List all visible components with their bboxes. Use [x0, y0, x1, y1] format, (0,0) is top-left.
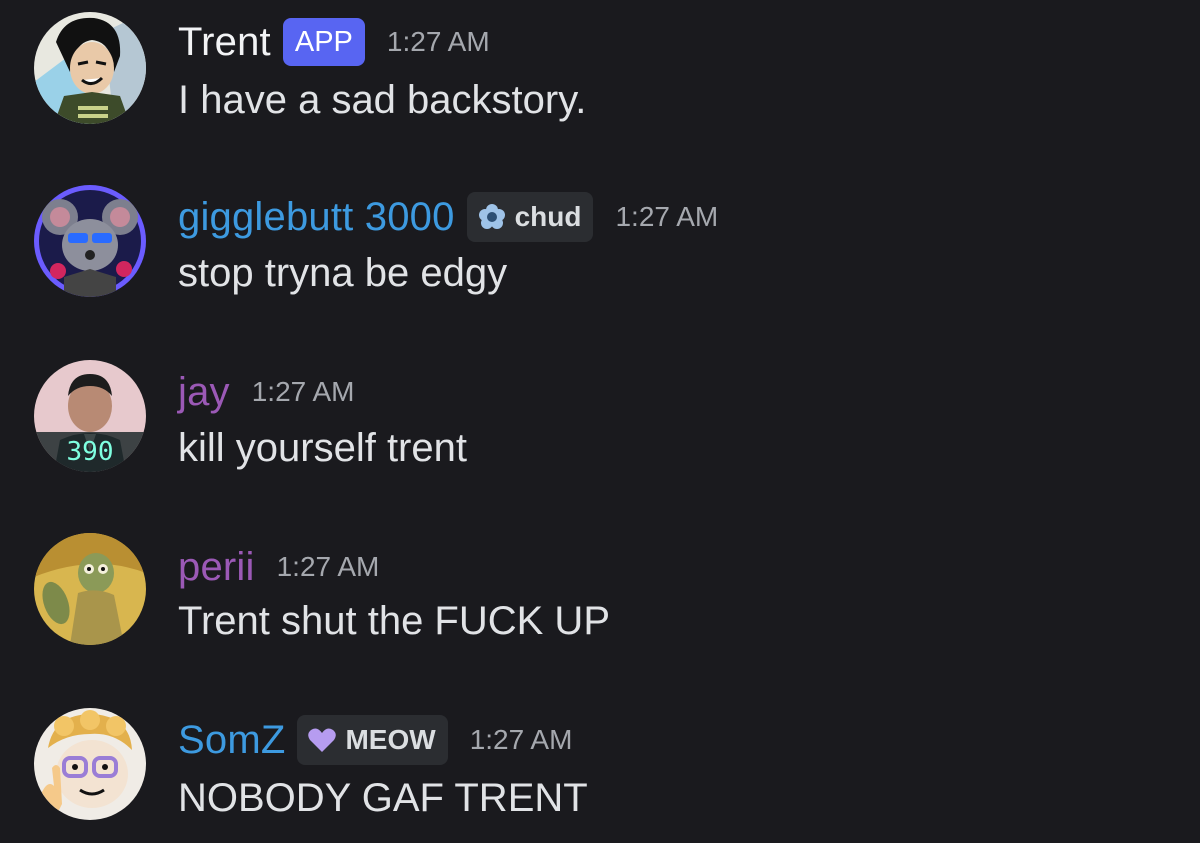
username[interactable]: SomZ [178, 718, 285, 763]
glasses-character-avatar [34, 708, 146, 820]
purple-heart-icon [308, 728, 337, 752]
message: 390 jay 1:27 AM kill yourself trent [0, 350, 1200, 510]
cartoon-character-avatar [34, 12, 146, 124]
avatar[interactable] [34, 533, 146, 645]
message: perii 1:27 AM Trent shut the FUCK UP [0, 523, 1200, 683]
username[interactable]: gigglebutt 3000 [178, 195, 455, 240]
guild-tag[interactable]: chud [466, 192, 594, 242]
timestamp[interactable]: 1:27 AM [277, 551, 380, 583]
message-text: kill yourself trent [178, 426, 467, 470]
timestamp[interactable]: 1:27 AM [615, 201, 718, 233]
avatar[interactable]: 390 [34, 360, 146, 472]
username[interactable]: Trent [178, 20, 271, 65]
message: gigglebutt 3000 chud 1:27 AM stop tryna … [0, 175, 1200, 335]
flower-icon [478, 204, 505, 229]
chat-message-list: Trent APP 1:27 AM I have a sad backstory… [0, 0, 1200, 843]
message-header: gigglebutt 3000 chud 1:27 AM [178, 189, 718, 245]
username[interactable]: perii [178, 545, 255, 590]
timestamp[interactable]: 1:27 AM [387, 26, 490, 58]
guild-tag-label: MEOW [345, 724, 436, 755]
message: Trent APP 1:27 AM I have a sad backstory… [0, 0, 1200, 160]
guild-tag[interactable]: MEOW [297, 715, 448, 765]
timestamp[interactable]: 1:27 AM [252, 376, 355, 408]
message-header: perii 1:27 AM [178, 539, 379, 595]
mouse-character-avatar [34, 185, 146, 297]
avatar[interactable] [34, 708, 146, 820]
app-badge: APP [282, 18, 365, 66]
message-text: I have a sad backstory. [178, 78, 587, 122]
player-portrait-avatar: 390 [34, 360, 146, 472]
avatar[interactable] [34, 185, 146, 297]
player-number: 390 [67, 437, 114, 467]
message-text: NOBODY GAF TRENT [178, 776, 588, 820]
avatar[interactable] [34, 12, 146, 124]
message-text: Trent shut the FUCK UP [178, 599, 610, 643]
message-header: SomZ MEOW 1:27 AM [178, 712, 572, 768]
message: SomZ MEOW 1:27 AM NOBODY GAF TRENT [0, 700, 1200, 843]
message-text: stop tryna be edgy [178, 251, 508, 295]
username[interactable]: jay [178, 370, 230, 415]
timestamp[interactable]: 1:27 AM [470, 724, 573, 756]
message-header: jay 1:27 AM [178, 364, 354, 420]
guild-tag-label: chud [514, 201, 582, 232]
message-header: Trent APP 1:27 AM [178, 14, 490, 70]
green-creature-avatar [34, 533, 146, 645]
